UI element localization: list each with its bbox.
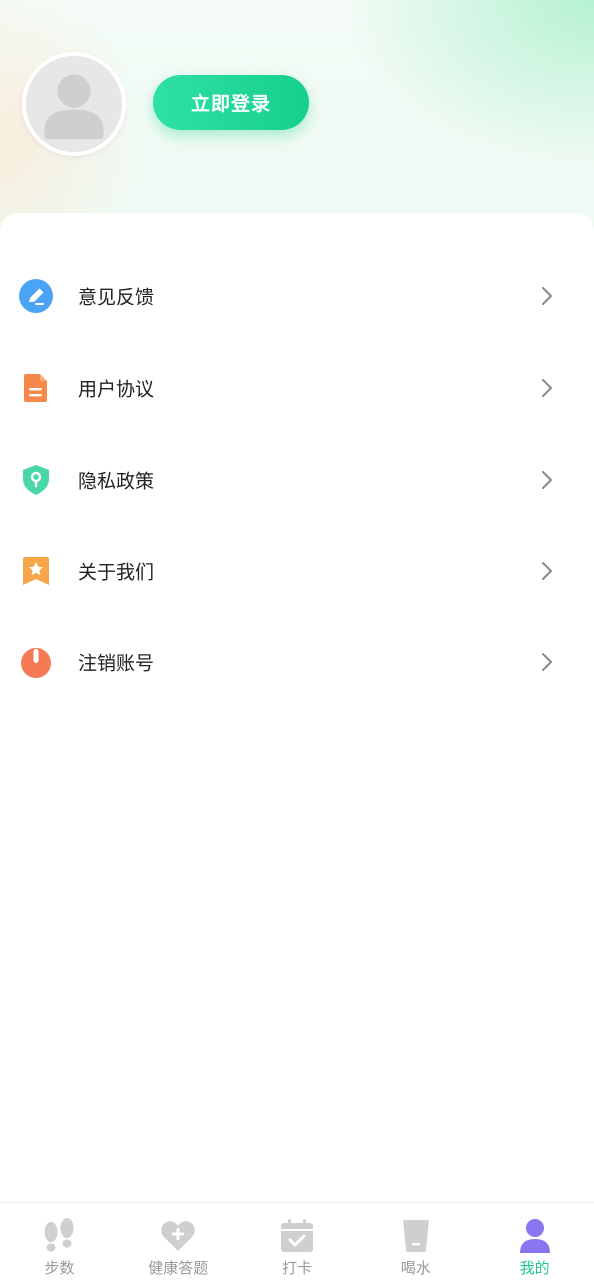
tab-label: 我的 (519, 1259, 550, 1277)
star-bookmark-icon (18, 553, 54, 589)
power-icon (18, 644, 54, 680)
avatar[interactable] (22, 52, 126, 156)
menu-item-feedback[interactable]: 意见反馈 (0, 263, 594, 329)
tab-label: 喝水 (400, 1259, 431, 1277)
tab-label: 打卡 (281, 1259, 312, 1277)
tab-mine[interactable]: 我的 (475, 1203, 594, 1280)
chevron-right-icon (538, 560, 556, 582)
tab-label: 健康答题 (148, 1259, 209, 1277)
tab-health-quiz[interactable]: 健康答题 (119, 1203, 238, 1280)
chevron-right-icon (538, 469, 556, 491)
bottom-tab-bar: 步数 健康答题 打卡 喝水 我的 (0, 1202, 594, 1280)
menu-item-privacy-policy[interactable]: 隐私政策 (0, 447, 594, 513)
menu-item-delete-account[interactable]: 注销账号 (0, 629, 594, 695)
tab-drink-water[interactable]: 喝水 (356, 1203, 475, 1280)
user-profile-icon (516, 1217, 554, 1255)
water-cup-icon (397, 1217, 435, 1255)
shield-key-icon (18, 462, 54, 498)
default-user-avatar-icon (26, 56, 122, 152)
menu-item-label: 注销账号 (78, 652, 155, 675)
menu-item-about-us[interactable]: 关于我们 (0, 538, 594, 604)
document-icon (18, 370, 54, 406)
heart-plus-icon (159, 1217, 197, 1255)
tab-check-in[interactable]: 打卡 (238, 1203, 357, 1280)
footprints-icon (40, 1217, 78, 1255)
menu-item-label: 意见反馈 (78, 286, 155, 309)
login-button[interactable]: 立即登录 (153, 75, 309, 130)
profile-page: 立即登录 意见反馈 用户协议 隐私政策 关于我们 注销账号 步数 健康答题 打卡… (0, 0, 594, 1280)
menu-item-label: 关于我们 (78, 561, 155, 584)
chevron-right-icon (538, 377, 556, 399)
menu-item-user-agreement[interactable]: 用户协议 (0, 355, 594, 421)
chevron-right-icon (538, 651, 556, 673)
menu-item-label: 用户协议 (78, 378, 155, 401)
tab-label: 步数 (44, 1259, 75, 1277)
menu-item-label: 隐私政策 (78, 470, 155, 493)
chevron-right-icon (538, 285, 556, 307)
calendar-check-icon (278, 1217, 316, 1255)
tab-steps[interactable]: 步数 (0, 1203, 119, 1280)
menu-card: 意见反馈 用户协议 隐私政策 关于我们 注销账号 (0, 213, 594, 1203)
edit-pencil-icon (18, 278, 54, 314)
